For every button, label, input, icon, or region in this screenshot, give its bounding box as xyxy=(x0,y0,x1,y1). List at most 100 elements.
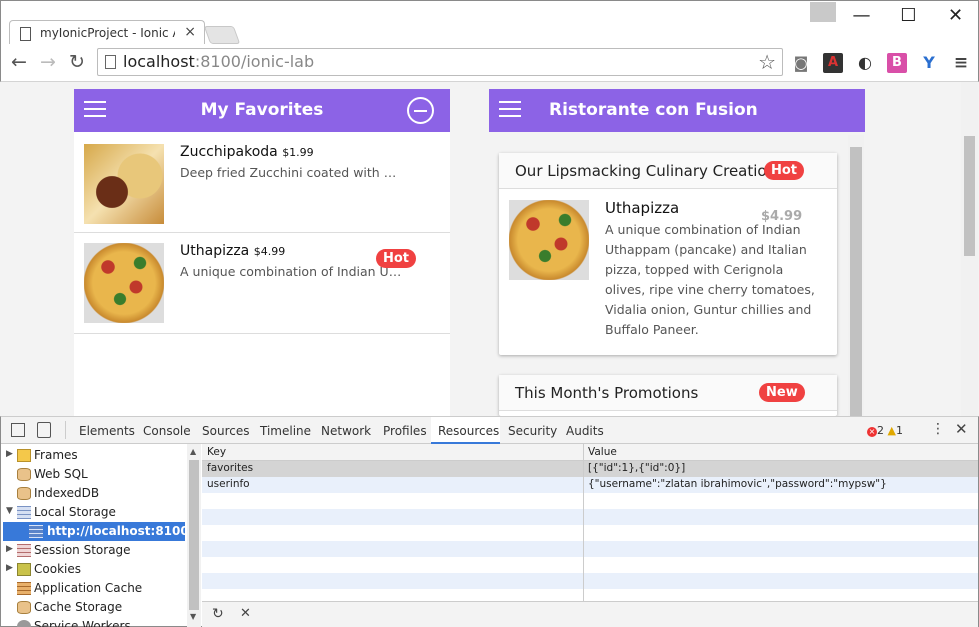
close-devtools-icon[interactable]: ✕ xyxy=(955,420,968,438)
tree-item-application-cache[interactable]: Application Cache xyxy=(1,579,187,598)
gear-icon xyxy=(17,620,31,627)
empty-row xyxy=(202,589,978,601)
url-text[interactable]: localhost:8100/ionic-lab xyxy=(123,52,314,71)
tab-console[interactable]: Console xyxy=(143,424,191,438)
profile-icon[interactable] xyxy=(810,2,836,22)
value-column-header[interactable]: Value xyxy=(588,446,617,458)
back-button[interactable]: ← xyxy=(7,50,31,74)
tree-item-cache-storage[interactable]: Cache Storage xyxy=(1,598,187,617)
tree-item-frames[interactable]: ▶ Frames xyxy=(1,446,187,465)
tree-item-local-storage[interactable]: ▼ Local Storage xyxy=(1,503,187,522)
expand-arrow-icon[interactable]: ▼ xyxy=(6,506,13,516)
tab-sources[interactable]: Sources xyxy=(202,424,249,438)
error-counter[interactable]: × 2 ▲1 xyxy=(867,424,903,437)
tab-close-icon[interactable]: × xyxy=(184,24,196,40)
inspect-icon[interactable] xyxy=(11,423,25,437)
dish-thumbnail xyxy=(509,200,589,280)
tree-label: Service Workers xyxy=(34,619,131,627)
tab-profiles[interactable]: Profiles xyxy=(383,424,427,438)
tree-label: Session Storage xyxy=(34,543,131,557)
b-icon[interactable]: B xyxy=(887,53,907,73)
favorites-preview: My Favorites Zucchipakoda $1.99 Deep fri… xyxy=(74,89,450,416)
scrollbar-thumb[interactable] xyxy=(850,147,862,416)
moon-icon[interactable]: ◐ xyxy=(855,53,875,73)
browser-tab[interactable]: myIonicProject - Ionic App × xyxy=(9,20,205,47)
promotion-card[interactable]: This Month's Promotions New xyxy=(499,375,837,416)
tab-elements[interactable]: Elements xyxy=(79,424,135,438)
device-mode-icon[interactable] xyxy=(37,422,51,438)
preview-scrollbar[interactable] xyxy=(848,135,864,416)
tab-resources[interactable]: Resources xyxy=(438,424,499,438)
dish-thumbnail xyxy=(84,144,164,224)
key-column-header[interactable]: Key xyxy=(207,446,226,458)
expand-arrow-icon[interactable]: ▶ xyxy=(6,449,13,459)
devtools-panel: Elements Console Sources Timeline Networ… xyxy=(0,416,979,627)
grid-icon xyxy=(29,525,43,538)
reload-button[interactable]: ↻ xyxy=(65,50,89,74)
bookmark-star-icon[interactable]: ☆ xyxy=(758,50,776,74)
delete-icon[interactable]: ✕ xyxy=(240,606,251,621)
column-divider[interactable] xyxy=(583,444,584,601)
camera-icon[interactable]: ◙ xyxy=(791,53,811,73)
maximize-button[interactable]: ☐ xyxy=(886,1,931,31)
scrollbar-thumb[interactable] xyxy=(964,136,975,256)
scroll-up-icon[interactable]: ▲ xyxy=(190,447,196,456)
row-key: userinfo xyxy=(207,478,250,490)
tree-label: Application Cache xyxy=(34,581,143,595)
list-item[interactable]: Uthapizza $4.99 A unique combination of … xyxy=(74,233,450,334)
page-scrollbar[interactable] xyxy=(961,82,978,416)
grid-icon xyxy=(17,544,31,557)
empty-row xyxy=(202,573,978,589)
hamburger-menu-icon[interactable] xyxy=(499,101,521,119)
new-tab-button[interactable] xyxy=(203,26,241,44)
list-item[interactable]: Zucchipakoda $1.99 Deep fried Zucchini c… xyxy=(74,132,450,233)
card-title: Our Lipsmacking Culinary Creation xyxy=(515,162,777,180)
dish-description: Deep fried Zucchini coated with mildly s… xyxy=(180,165,405,180)
folder-icon xyxy=(17,449,31,462)
card-header: Our Lipsmacking Culinary Creation Hot xyxy=(499,153,837,189)
tree-item-cookies[interactable]: ▶ Cookies xyxy=(1,560,187,579)
devtools-tabbar: Elements Console Sources Timeline Networ… xyxy=(1,417,978,444)
tab-timeline[interactable]: Timeline xyxy=(260,424,311,438)
tree-item-session-storage[interactable]: ▶ Session Storage xyxy=(1,541,187,560)
tree-item-indexeddb[interactable]: IndexedDB xyxy=(1,484,187,503)
card-header: This Month's Promotions New xyxy=(499,375,837,411)
address-bar[interactable]: localhost:8100/ionic-lab ☆ xyxy=(97,48,783,76)
tree-label: Cookies xyxy=(34,562,81,576)
expand-arrow-icon[interactable]: ▶ xyxy=(6,563,13,573)
dish-card[interactable]: Our Lipsmacking Culinary Creation Hot Ut… xyxy=(499,153,837,355)
table-row[interactable]: userinfo {"username":"zlatan ibrahimovic… xyxy=(202,477,978,493)
close-window-button[interactable]: ✕ xyxy=(933,1,978,31)
tree-item-service-workers[interactable]: Service Workers xyxy=(1,617,187,627)
expand-arrow-icon[interactable]: ▶ xyxy=(6,544,13,554)
y-icon[interactable]: Y xyxy=(919,53,939,73)
tree-label: Frames xyxy=(34,448,78,462)
tab-network[interactable]: Network xyxy=(321,424,371,438)
refresh-icon[interactable]: ↻ xyxy=(212,606,224,622)
divider xyxy=(65,421,66,439)
forward-button[interactable]: → xyxy=(36,50,60,74)
more-options-icon[interactable]: ⋮ xyxy=(931,421,945,437)
tab-audits[interactable]: Audits xyxy=(566,424,604,438)
table-row[interactable]: favorites [{"id":1},{"id":0}] xyxy=(202,461,978,477)
home-preview: Ristorante con Fusion Our Lipsmacking Cu… xyxy=(489,89,865,416)
tab-title: myIonicProject - Ionic App xyxy=(40,26,175,40)
pdf-icon[interactable]: A xyxy=(823,53,843,73)
remove-circle-icon[interactable] xyxy=(407,97,434,124)
row-value: {"username":"zlatan ibrahimovic","passwo… xyxy=(588,478,887,490)
dish-description: A unique combination of Indian Uthappam … xyxy=(605,222,815,337)
sidebar-scrollbar[interactable]: ▲ ▼ xyxy=(187,444,201,627)
tree-item-websql[interactable]: Web SQL xyxy=(1,465,187,484)
row-value: [{"id":1},{"id":0}] xyxy=(588,462,686,474)
page-icon xyxy=(20,27,31,41)
storage-table: Key Value favorites [{"id":1},{"id":0}] … xyxy=(202,444,978,601)
tree-item-localhost[interactable]: http://localhost:8100 xyxy=(3,522,189,541)
menu-icon[interactable]: ≡ xyxy=(951,53,971,73)
resources-sidebar: ▶ Frames Web SQL IndexedDB ▼ Local Storage… xyxy=(1,444,201,627)
browser-toolbar: ← → ↻ localhost:8100/ionic-lab ☆ ◙ A ◐ B… xyxy=(0,44,979,82)
scrollbar-thumb[interactable] xyxy=(189,460,199,610)
tab-security[interactable]: Security xyxy=(508,424,557,438)
tree-label: Web SQL xyxy=(34,467,88,481)
minimize-button[interactable]: — xyxy=(839,1,884,31)
scroll-down-icon[interactable]: ▼ xyxy=(190,612,196,621)
